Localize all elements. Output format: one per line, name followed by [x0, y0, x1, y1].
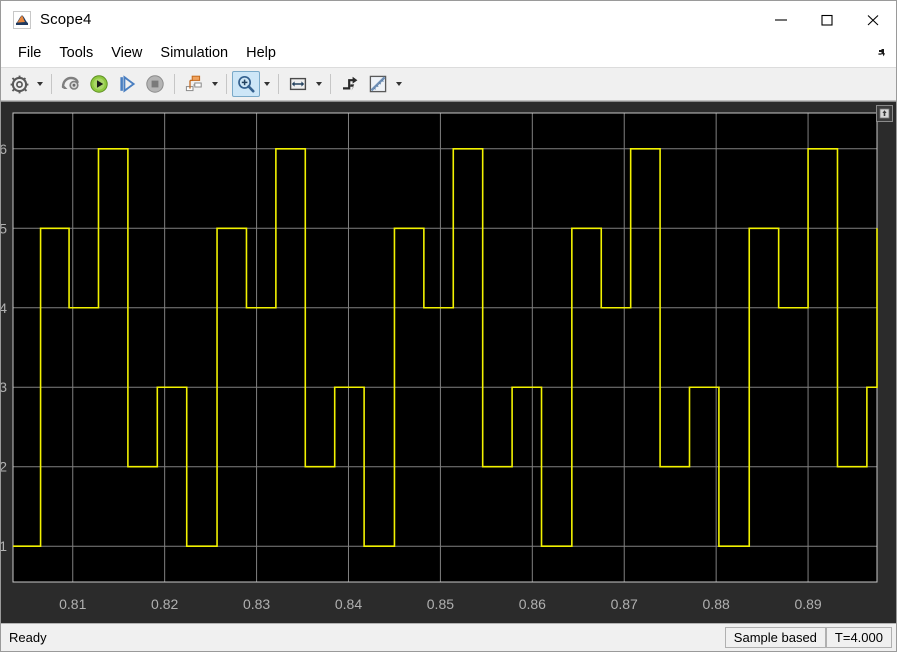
measurements-dropdown-arrow[interactable] — [392, 71, 405, 97]
svg-text:0.81: 0.81 — [59, 596, 86, 612]
svg-text:0.88: 0.88 — [703, 596, 730, 612]
step-forward-icon[interactable] — [113, 71, 141, 97]
plot-area[interactable]: 1 2 3 4 5 6 0.81 0.82 0.83 0.84 0.85 0.86 0.87 0.88 0.… — [1, 101, 896, 623]
autoscale-icon[interactable] — [284, 71, 312, 97]
toolbar-separator-4 — [278, 74, 279, 94]
status-time: T=4.000 — [825, 627, 892, 648]
toolbar-separator-3 — [226, 74, 227, 94]
toolbar-separator-5 — [330, 74, 331, 94]
run-icon[interactable] — [85, 71, 113, 97]
scope-window: Scope4 File Tools View Simulation Help 0… — [0, 0, 897, 652]
svg-text:0.87: 0.87 — [611, 596, 638, 612]
toolbar — [1, 68, 896, 101]
configuration-properties-icon[interactable] — [5, 71, 33, 97]
menu-item-help[interactable]: Help — [237, 42, 285, 64]
svg-text:4: 4 — [1, 300, 7, 316]
window-title: Scope4 — [40, 11, 92, 28]
svg-text:0.85: 0.85 — [427, 596, 454, 612]
menu-item-tools[interactable]: Tools — [50, 42, 102, 64]
status-bar: Ready Sample based T=4.000 — [1, 623, 896, 651]
svg-text:0.89: 0.89 — [794, 596, 821, 612]
scope-chart[interactable]: 1 2 3 4 5 6 0.81 0.82 0.83 0.84 0.85 0.86 0.87 0.88 0.… — [1, 102, 896, 623]
status-ready-text: Ready — [9, 630, 47, 645]
zoom-in-icon[interactable] — [232, 71, 260, 97]
menu-item-view[interactable]: View — [102, 42, 151, 64]
svg-text:5: 5 — [1, 220, 7, 236]
maximize-axes-icon[interactable] — [876, 105, 893, 122]
menu-item-simulation[interactable]: Simulation — [151, 42, 237, 64]
menu-item-file[interactable]: File — [9, 42, 50, 64]
toolbar-separator-1 — [51, 74, 52, 94]
matlab-scope-icon — [13, 10, 31, 29]
svg-text:0.82: 0.82 — [151, 596, 178, 612]
svg-text:3: 3 — [1, 379, 7, 395]
svg-text:2: 2 — [1, 459, 7, 475]
svg-text:0.83: 0.83 — [243, 596, 270, 612]
toolbar-separator-2 — [174, 74, 175, 94]
measurements-icon[interactable] — [364, 71, 392, 97]
undock-arrow-icon[interactable] — [873, 47, 886, 60]
title-bar: Scope4 — [1, 1, 896, 39]
autoscale-dropdown-arrow[interactable] — [312, 71, 325, 97]
signal-selector-icon[interactable] — [180, 71, 208, 97]
svg-text:0.86: 0.86 — [519, 596, 546, 612]
svg-text:1: 1 — [1, 538, 7, 554]
status-sample-mode: Sample based — [724, 627, 826, 648]
menu-bar: File Tools View Simulation Help — [1, 39, 896, 68]
svg-text:0.84: 0.84 — [335, 596, 362, 612]
zoom-dropdown-arrow[interactable] — [260, 71, 273, 97]
signal-selector-dropdown-arrow[interactable] — [208, 71, 221, 97]
minimize-button[interactable] — [758, 1, 804, 39]
simulink-model-icon[interactable] — [57, 71, 85, 97]
configuration-dropdown-arrow[interactable] — [33, 71, 46, 97]
close-button[interactable] — [850, 1, 896, 39]
stop-icon[interactable] — [141, 71, 169, 97]
svg-text:6: 6 — [1, 141, 7, 157]
trigger-icon[interactable] — [336, 71, 364, 97]
maximize-button[interactable] — [804, 1, 850, 39]
